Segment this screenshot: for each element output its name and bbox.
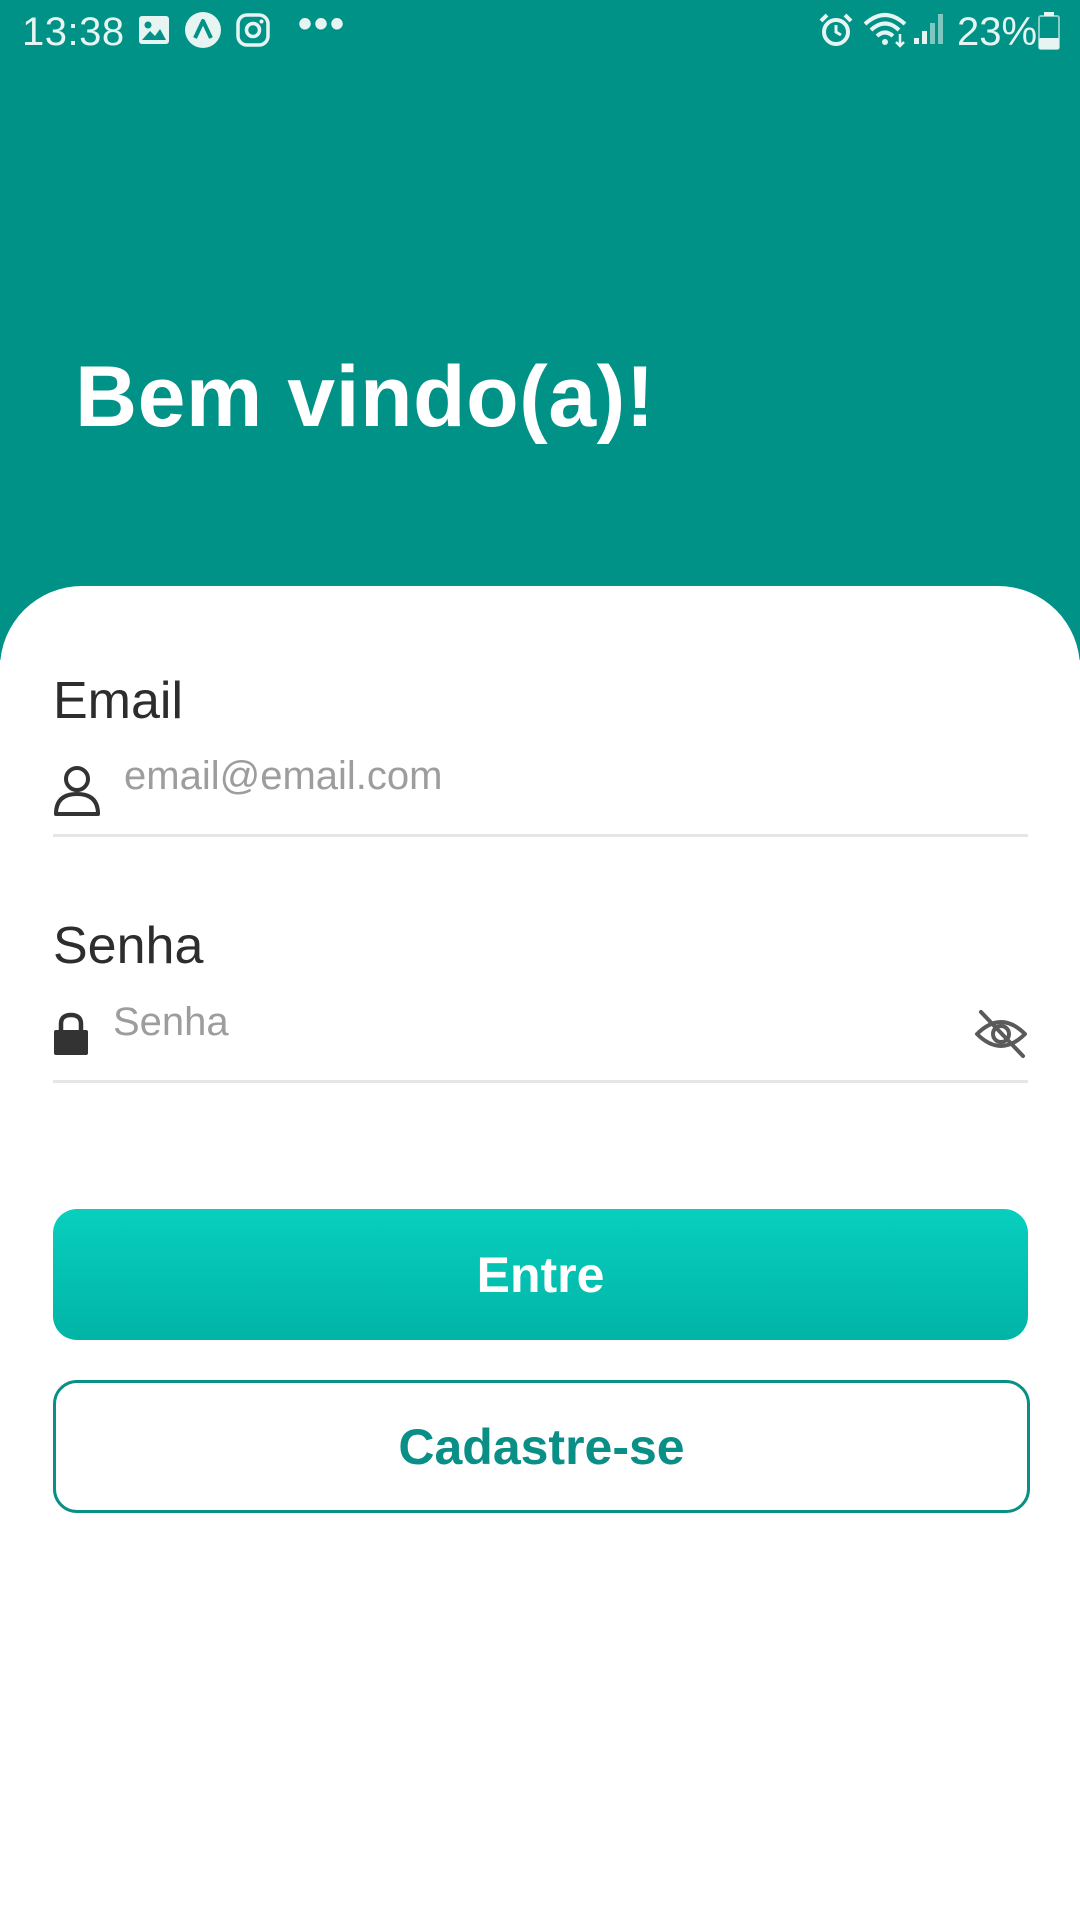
- email-placeholder: email@email.com: [124, 754, 443, 798]
- gallery-icon: [138, 14, 170, 51]
- instagram-icon: [236, 13, 270, 52]
- app-icon: [184, 11, 222, 54]
- battery-percent: 23%: [957, 10, 1038, 54]
- password-field[interactable]: Senha: [53, 1000, 1028, 1083]
- battery-icon: [1038, 12, 1060, 55]
- password-placeholder: Senha: [113, 1000, 229, 1044]
- user-icon: [53, 764, 101, 823]
- email-label: Email: [53, 672, 184, 730]
- wifi-icon: [862, 10, 908, 53]
- eye-off-icon[interactable]: [973, 1006, 1029, 1067]
- login-button[interactable]: Entre: [53, 1209, 1028, 1340]
- more-notifications-icon: •••: [298, 2, 347, 46]
- header: 13:38 ••• 23% Bem vindo(a)!: [0, 0, 1080, 660]
- alarm-icon: [818, 12, 854, 53]
- email-field[interactable]: email@email.com: [53, 754, 1028, 837]
- signal-icon: [912, 10, 948, 51]
- lock-icon: [53, 1012, 89, 1061]
- status-bar: 13:38 ••• 23%: [0, 0, 1080, 66]
- login-card: Email email@email.com Senha Senha Entre …: [0, 586, 1080, 1920]
- login-screen: 13:38 ••• 23% Bem vindo(a)! Email email@…: [0, 0, 1080, 1920]
- welcome-title: Bem vindo(a)!: [75, 349, 655, 445]
- password-label: Senha: [53, 917, 204, 975]
- signup-button[interactable]: Cadastre-se: [53, 1380, 1030, 1513]
- status-time: 13:38: [22, 10, 125, 54]
